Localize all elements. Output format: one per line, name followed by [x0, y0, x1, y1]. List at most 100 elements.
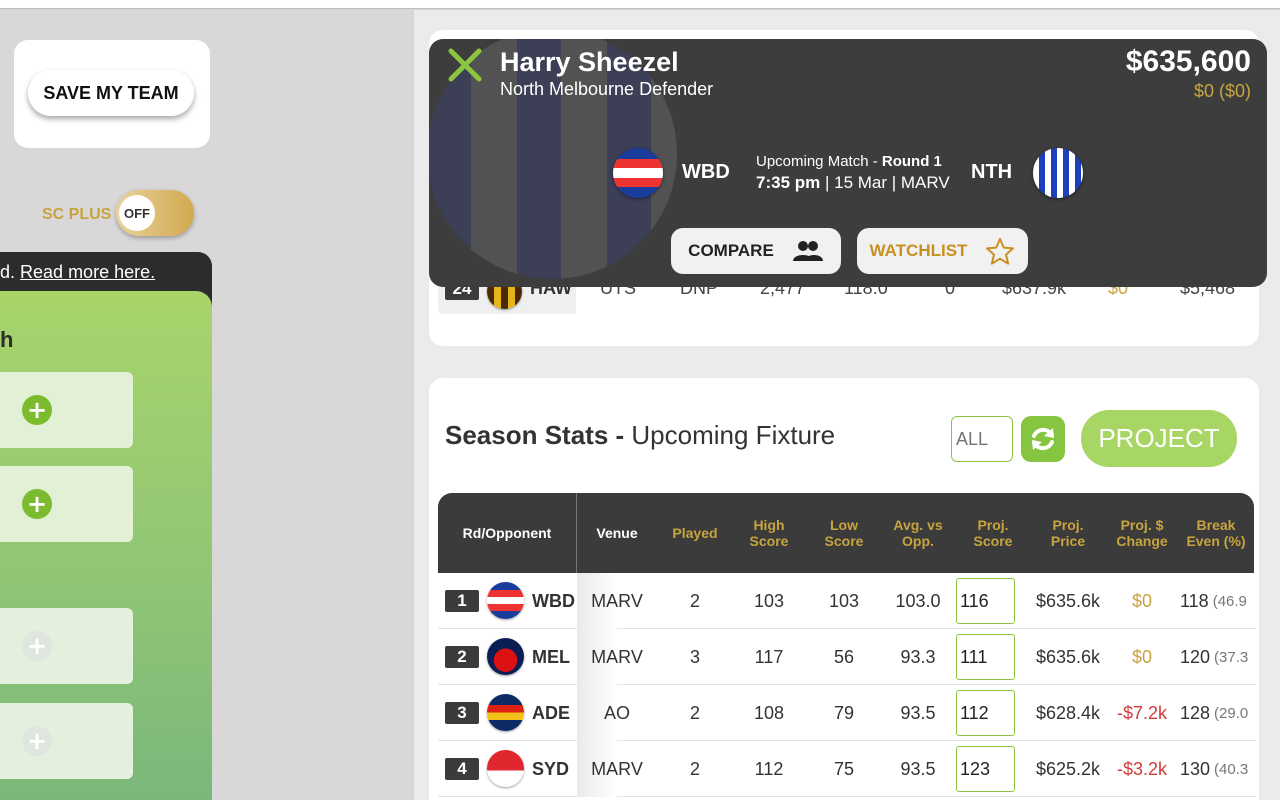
break-even-pct: (40.3 — [1214, 760, 1249, 778]
toggle-knob: OFF — [119, 195, 155, 231]
proj-price: $635.6k — [1035, 646, 1101, 667]
opponent-abbr: MEL — [532, 646, 570, 667]
price-change: $0 ($0) — [1193, 81, 1251, 101]
read-more-link[interactable]: Read more here. — [20, 262, 155, 282]
watchlist-button[interactable]: WATCHLIST — [857, 228, 1028, 274]
upcoming-match-label: Upcoming Match - Round 1 — [756, 153, 942, 170]
break-even-pct: (29.0 — [1214, 704, 1249, 722]
sc-plus-label: SC PLUS — [42, 206, 112, 223]
col-avg-vs-opp[interactable]: Avg. vs Opp. — [884, 493, 952, 573]
proj-score-input[interactable]: 116 — [956, 578, 1015, 624]
player-slot[interactable]: + — [0, 608, 133, 684]
table-row[interactable]: 3 ADE AO 2 108 79 93.5 112 $628.4k -$7.2… — [438, 685, 1256, 741]
compare-button[interactable]: COMPARE — [671, 228, 841, 274]
close-icon[interactable] — [447, 47, 483, 83]
people-icon — [792, 241, 823, 261]
player-slot[interactable]: + — [0, 372, 133, 448]
sc-plus-toggle[interactable]: OFF — [116, 190, 194, 236]
avg-vs-opp: 93.5 — [900, 702, 936, 723]
table-row[interactable]: 4 SYD MARV 2 112 75 93.5 123 $625.2k -$3… — [438, 741, 1256, 797]
stats-table-header: Rd/Opponent Venue Played High Score Low … — [438, 493, 1254, 573]
col-proj-price[interactable]: Proj. Price — [1036, 493, 1100, 573]
col-played[interactable]: Played — [658, 493, 732, 573]
title-bold: Season Stats - — [445, 420, 632, 450]
break-even: 128 (29.0 — [1180, 685, 1256, 741]
venue: MARV — [591, 646, 643, 667]
syd-logo-icon — [487, 750, 524, 787]
break-even: 120 (37.3 — [1180, 629, 1256, 685]
home-team-abbr: WBD — [682, 161, 730, 183]
proj-score-input[interactable]: 123 — [956, 746, 1015, 792]
round-number: 3 — [445, 702, 479, 724]
break-even-value: 118 — [1180, 590, 1209, 611]
proj-change: -$3.2k — [1116, 758, 1168, 779]
refresh-button[interactable] — [1021, 416, 1065, 462]
low-score: 75 — [833, 758, 855, 779]
player-price: $635,600 — [1125, 45, 1251, 78]
player-subtitle: North Melbourne Defender — [500, 79, 714, 99]
opponent-abbr: SYD — [532, 758, 570, 779]
venue: AO — [603, 702, 630, 723]
add-player-icon[interactable]: + — [22, 395, 52, 425]
add-player-icon[interactable]: + — [22, 631, 52, 661]
add-player-icon[interactable]: + — [22, 489, 52, 519]
player-slot[interactable]: + — [0, 703, 133, 779]
col-proj-score[interactable]: Proj. Score — [960, 493, 1026, 573]
add-player-icon[interactable]: + — [22, 726, 52, 756]
round-filter-input[interactable] — [951, 416, 1013, 462]
played: 2 — [689, 758, 700, 779]
col-low-score[interactable]: Low Score — [812, 493, 876, 573]
upcoming-text: Upcoming Match - — [756, 153, 882, 170]
break-even: 118 (46.9 — [1180, 573, 1256, 629]
match-time: 7:35 pm — [756, 173, 821, 192]
proj-score-input[interactable]: 112 — [956, 690, 1015, 736]
refresh-icon — [1032, 427, 1054, 451]
proj-price: $635.6k — [1035, 590, 1101, 611]
col-break-even[interactable]: Break Even (%) — [1180, 493, 1252, 573]
break-even-pct: (37.3 — [1214, 648, 1249, 666]
low-score: 56 — [833, 646, 855, 667]
team-slots-panel: h + + + + — [0, 291, 212, 800]
notice-text: d. Read more here. — [0, 262, 156, 282]
avg-vs-opp: 93.3 — [900, 646, 936, 667]
title-rest: Upcoming Fixture — [631, 420, 836, 450]
project-button[interactable]: PROJECT — [1081, 410, 1237, 467]
ade-logo-icon — [487, 694, 524, 731]
proj-price: $625.2k — [1035, 758, 1101, 779]
break-even-pct: (46.9 — [1212, 592, 1247, 610]
high-score: 117 — [754, 646, 784, 667]
played: 2 — [689, 590, 700, 611]
top-bar — [0, 0, 1280, 9]
table-row[interactable]: 1 WBD MARV 2 103 103 103.0 116 $635.6k $… — [438, 573, 1256, 629]
low-score: 79 — [833, 702, 855, 723]
player-popup: Harry Sheezel North Melbourne Defender $… — [429, 39, 1267, 287]
match-date-venue: | 15 Mar | MARV — [820, 173, 950, 192]
col-high-score[interactable]: High Score — [736, 493, 802, 573]
break-even-value: 120 — [1180, 646, 1211, 667]
venue: MARV — [591, 590, 643, 611]
high-score: 103 — [753, 590, 785, 611]
col-rd-opponent[interactable]: Rd/Opponent — [438, 493, 576, 573]
proj-score-input[interactable]: 111 — [956, 634, 1015, 680]
wbd-logo-icon — [613, 148, 663, 198]
table-row[interactable]: 2 MEL MARV 3 117 56 93.3 111 $635.6k $0 … — [438, 629, 1256, 685]
round-text: Round 1 — [881, 153, 942, 170]
panel-heading: h — [0, 327, 14, 352]
avg-vs-opp: 103.0 — [895, 590, 941, 611]
high-score: 112 — [754, 758, 784, 779]
star-icon — [986, 238, 1015, 265]
round-number: 4 — [445, 758, 479, 780]
watchlist-label: WATCHLIST — [869, 241, 968, 260]
col-venue[interactable]: Venue — [578, 493, 656, 573]
player-name: Harry Sheezel — [500, 47, 679, 77]
player-slot[interactable]: + — [0, 466, 133, 542]
proj-change: $0 — [1131, 646, 1153, 667]
opponent-abbr: ADE — [532, 702, 571, 723]
proj-change: $0 — [1131, 590, 1153, 611]
round-number: 1 — [445, 590, 479, 612]
save-my-team-button[interactable]: SAVE MY TEAM — [28, 70, 194, 116]
col-proj-change[interactable]: Proj. $ Change — [1108, 493, 1176, 573]
break-even: 130 (40.3 — [1180, 741, 1256, 797]
season-stats-title: Season Stats - Upcoming Fixture — [445, 420, 835, 451]
break-even-value: 130 — [1180, 758, 1211, 779]
